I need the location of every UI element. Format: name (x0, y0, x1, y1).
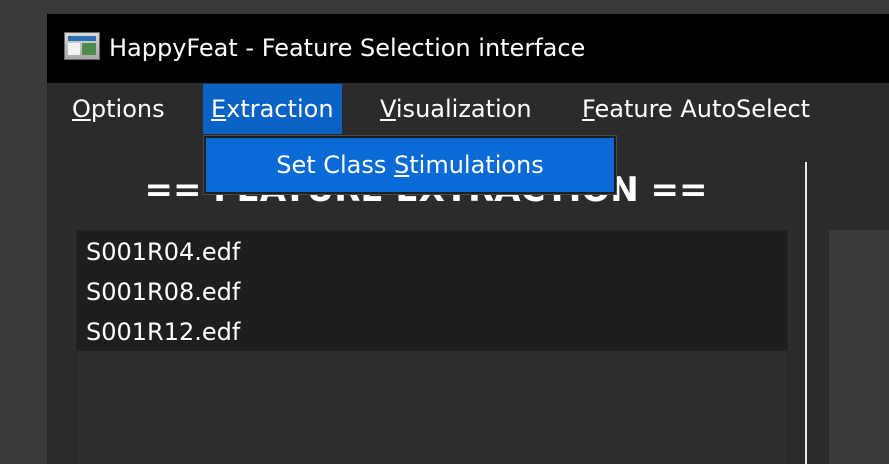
app-icon (64, 32, 100, 60)
menuitem-prefix: Set Class (276, 151, 395, 179)
menu-visualization[interactable]: Visualization (372, 83, 540, 135)
main-window: HappyFeat - Feature Selection interface … (47, 14, 889, 464)
list-item[interactable]: S001R12.edf (86, 312, 240, 352)
menuitem-set-class-stimulations[interactable]: Set Class Stimulations (206, 138, 614, 192)
window-title: HappyFeat - Feature Selection interface (109, 34, 586, 62)
menu-extraction[interactable]: Extraction (203, 84, 342, 134)
menuitem-rest: timulations (409, 151, 544, 179)
menu-feature-autoselect[interactable]: Feature AutoSelect (574, 83, 818, 135)
menuitem-mnemonic: S (394, 151, 410, 179)
menu-options[interactable]: Options (64, 83, 173, 135)
menu-extraction-label: xtraction (226, 95, 334, 123)
file-list[interactable]: S001R04.edf S001R08.edf S001R12.edf (76, 230, 788, 464)
list-item[interactable]: S001R08.edf (86, 272, 240, 312)
menu-feature-autoselect-mnemonic: F (582, 95, 595, 123)
menu-options-mnemonic: O (72, 95, 91, 123)
menu-options-label: ptions (90, 95, 165, 123)
menu-extraction-mnemonic: E (211, 95, 227, 123)
list-item[interactable]: S001R04.edf (86, 232, 240, 272)
menu-feature-autoselect-label: eature AutoSelect (594, 95, 811, 123)
menu-visualization-label: isualization (395, 95, 532, 123)
menu-bar: Options Extraction Visualization Feature… (47, 83, 889, 135)
vertical-divider (805, 162, 807, 464)
menu-visualization-mnemonic: V (380, 95, 396, 123)
title-bar: HappyFeat - Feature Selection interface (47, 14, 889, 83)
right-panel (829, 230, 889, 464)
extraction-dropdown-menu: Set Class Stimulations (203, 135, 617, 195)
